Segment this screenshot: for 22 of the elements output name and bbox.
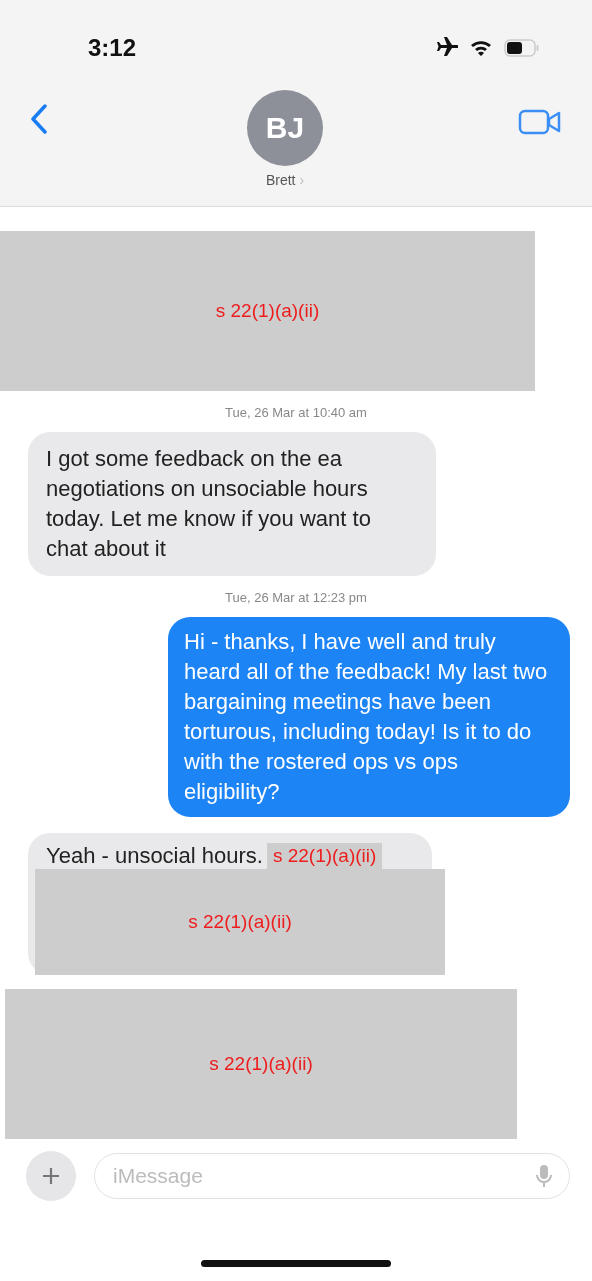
message-text: Yeah - unsocial hours. [46, 843, 263, 869]
redaction-block: s 22(1)(a)(ii) [35, 869, 445, 975]
message-input-field[interactable]: iMessage [94, 1153, 570, 1199]
wifi-icon [470, 39, 492, 57]
message-timestamp: Tue, 26 Mar at 10:40 am [225, 405, 367, 420]
microphone-icon[interactable] [536, 1164, 552, 1188]
contact-name: Brett › [265, 172, 305, 188]
redaction-block: s 22(1)(a)(ii) [0, 231, 535, 391]
battery-icon [504, 39, 540, 57]
airplane-icon [434, 37, 458, 59]
incoming-message-bubble: I got some feedback on the ea negotiations on unsociable hours today. Let me know if you want to chat about it [28, 432, 436, 576]
redaction-block: s 22(1)(a)(ii) [266, 843, 383, 869]
add-button[interactable] [26, 1151, 76, 1201]
message-timestamp: Tue, 26 Mar at 12:23 pm [225, 590, 367, 605]
status-time: 3:12 [88, 34, 137, 62]
contact-avatar: BJ [247, 90, 323, 166]
outgoing-message-bubble: Hi - thanks, I have well and truly heard all of the feedback! My last two bargaining meetings have been torturous, including today! Is it to do with the rostered ops vs ops eligibility? [168, 617, 570, 817]
plus-icon [41, 1166, 61, 1186]
redaction-block: s 22(1)(a)(ii) [5, 989, 517, 1139]
chevron-left-icon [30, 104, 48, 134]
video-camera-icon [518, 108, 562, 136]
contact-button[interactable]: BJ Brett › [247, 90, 323, 188]
